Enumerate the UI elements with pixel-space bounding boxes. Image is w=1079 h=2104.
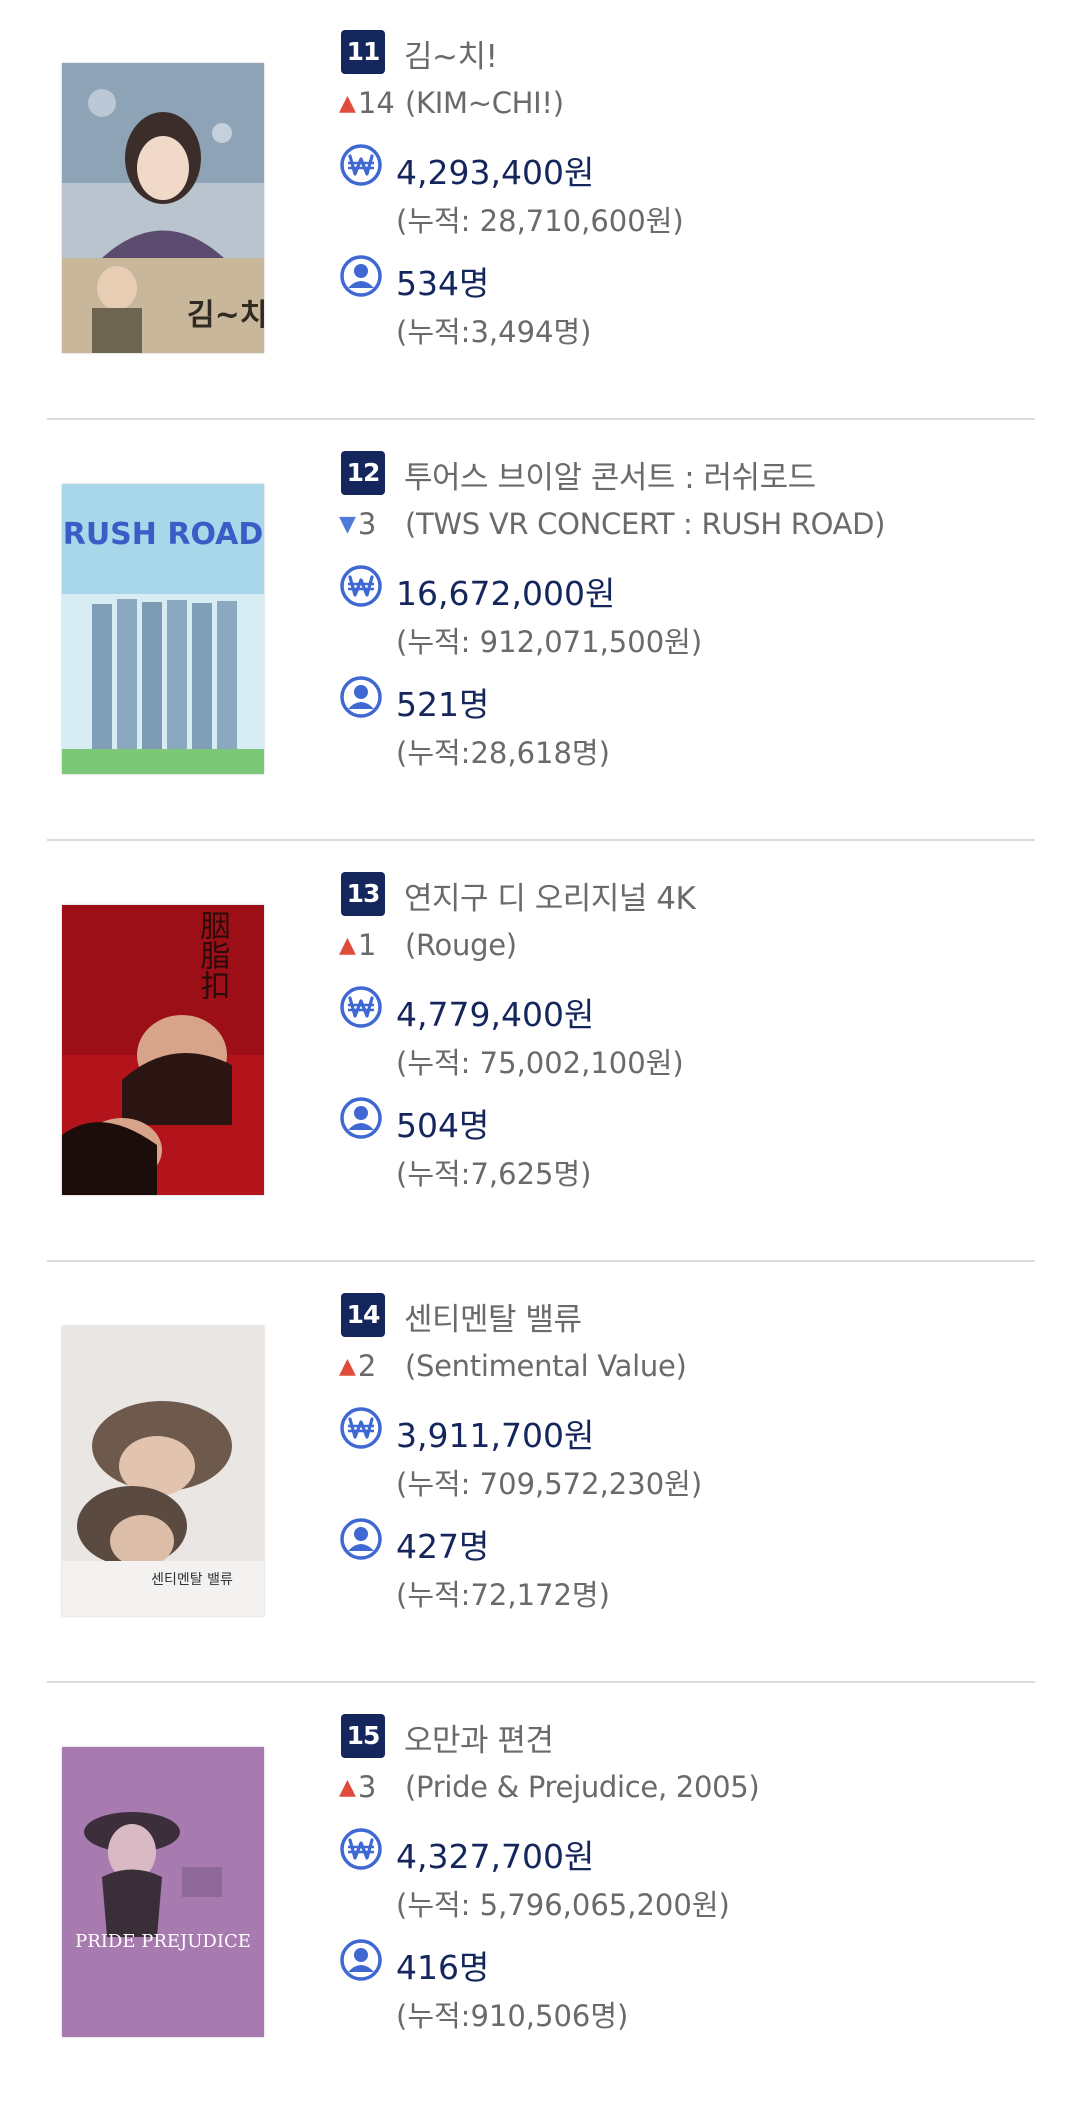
daily-revenue: 3,911,700원	[396, 1416, 595, 1455]
cumulative-revenue: (누적: 75,002,100원)	[396, 1046, 684, 1080]
movie-poster[interactable]: 胭脂扣	[62, 905, 264, 1195]
movie-poster[interactable]: PRIDE PREJUDICE	[62, 1747, 264, 2037]
svg-text:센티멘탈 밸류: 센티멘탈 밸류	[151, 1572, 233, 1588]
cumulative-revenue: (누적: 912,071,500원)	[396, 625, 703, 659]
daily-audience: 416명	[396, 1948, 490, 1987]
poster-image: PRIDE PREJUDICE	[62, 1747, 264, 2037]
movie-title-english: (TWS VR CONCERT : RUSH ROAD)	[405, 507, 886, 541]
svg-text:RUSH ROAD: RUSH ROAD	[63, 517, 264, 552]
arrow-up-icon: ▲	[339, 933, 356, 958]
rank-badge: 13	[341, 872, 385, 916]
box-office-item[interactable]: 胭脂扣 13 연지구 디 오리지널 4K ▲1 (Rouge) 4,779,40…	[0, 842, 1079, 1262]
divider	[47, 1681, 1035, 1683]
movie-poster[interactable]: 센티멘탈 밸류	[62, 1326, 264, 1616]
divider	[47, 839, 1035, 841]
movie-title-korean[interactable]: 센티멘탈 밸류	[404, 1294, 582, 1339]
box-office-item[interactable]: RUSH ROAD 12 투어스 브이알 콘서트 : 러쉬로드 ▼3 (TWS …	[0, 421, 1079, 841]
cumulative-audience: (누적:72,172명)	[396, 1578, 610, 1612]
divider	[47, 418, 1035, 420]
movie-title-korean[interactable]: 김~치!	[404, 31, 498, 76]
cumulative-revenue: (누적: 709,572,230원)	[396, 1467, 703, 1501]
movie-title-korean[interactable]: 연지구 디 오리지널 4K	[404, 873, 696, 918]
arrow-up-icon: ▲	[339, 1354, 356, 1379]
cumulative-audience: (누적:3,494명)	[396, 315, 592, 349]
user-icon	[340, 1518, 382, 1560]
daily-revenue: 4,327,700원	[396, 1837, 595, 1876]
rank-badge: 11	[341, 30, 385, 74]
poster-image: 센티멘탈 밸류	[62, 1326, 264, 1616]
arrow-up-icon: ▲	[339, 91, 356, 116]
movie-title-korean[interactable]: 투어스 브이알 콘서트 : 러쉬로드	[404, 452, 816, 497]
daily-audience: 504명	[396, 1106, 490, 1145]
movie-title-english: (Pride & Prejudice, 2005)	[405, 1770, 760, 1804]
daily-revenue: 4,779,400원	[396, 995, 595, 1034]
rank-badge: 14	[341, 1293, 385, 1337]
poster-image: RUSH ROAD	[62, 484, 264, 774]
cumulative-audience: (누적:910,506명)	[396, 1999, 629, 2033]
cumulative-audience: (누적:7,625명)	[396, 1157, 592, 1191]
user-icon	[340, 255, 382, 297]
won-icon	[340, 986, 382, 1028]
rank-change-value: 1	[357, 928, 377, 962]
rank-change: ▲14	[339, 86, 395, 120]
svg-text:PRIDE PREJUDICE: PRIDE PREJUDICE	[75, 1931, 251, 1952]
cumulative-audience: (누적:28,618명)	[396, 736, 610, 770]
movie-poster[interactable]: 김~치!	[62, 63, 264, 353]
divider	[47, 1260, 1035, 1262]
won-icon	[340, 144, 382, 186]
rank-change: ▲3	[339, 1770, 376, 1804]
movie-title-english: (Sentimental Value)	[405, 1349, 687, 1383]
rank-change-value: 14	[357, 86, 395, 120]
box-office-item[interactable]: PRIDE PREJUDICE 15 오만과 편견 ▲3 (Pride & Pr…	[0, 1684, 1079, 2104]
movie-title-korean[interactable]: 오만과 편견	[404, 1715, 554, 1760]
rank-change: ▼3	[339, 507, 376, 541]
won-icon	[340, 1407, 382, 1449]
arrow-up-icon: ▲	[339, 1775, 356, 1800]
box-office-item[interactable]: 센티멘탈 밸류 14 센티멘탈 밸류 ▲2 (Sentimental Value…	[0, 1263, 1079, 1683]
poster-image: 胭脂扣	[62, 905, 264, 1195]
movie-poster[interactable]: RUSH ROAD	[62, 484, 264, 774]
rank-change-value: 2	[357, 1349, 377, 1383]
user-icon	[340, 1939, 382, 1981]
svg-text:胭脂扣: 胭脂扣	[195, 910, 231, 1000]
daily-audience: 427명	[396, 1527, 490, 1566]
rank-change-value: 3	[357, 1770, 377, 1804]
won-icon	[340, 1828, 382, 1870]
arrow-down-icon: ▼	[339, 512, 356, 537]
daily-audience: 521명	[396, 685, 490, 724]
user-icon	[340, 1097, 382, 1139]
daily-audience: 534명	[396, 264, 490, 303]
movie-title-english: (KIM~CHI!)	[405, 86, 564, 120]
rank-change: ▲2	[339, 1349, 376, 1383]
box-office-item[interactable]: 김~치! 11 김~치! ▲14 (KIM~CHI!) 4,293,400원 (…	[0, 0, 1079, 420]
daily-revenue: 4,293,400원	[396, 153, 595, 192]
cumulative-revenue: (누적: 5,796,065,200원)	[396, 1888, 730, 1922]
movie-title-english: (Rouge)	[405, 928, 517, 962]
rank-change: ▲1	[339, 928, 376, 962]
user-icon	[340, 676, 382, 718]
cumulative-revenue: (누적: 28,710,600원)	[396, 204, 684, 238]
svg-text:김~치!: 김~치!	[187, 298, 264, 333]
won-icon	[340, 565, 382, 607]
poster-image: 김~치!	[62, 63, 264, 353]
rank-badge: 12	[341, 451, 385, 495]
rank-badge: 15	[341, 1714, 385, 1758]
rank-change-value: 3	[357, 507, 377, 541]
daily-revenue: 16,672,000원	[396, 574, 616, 613]
